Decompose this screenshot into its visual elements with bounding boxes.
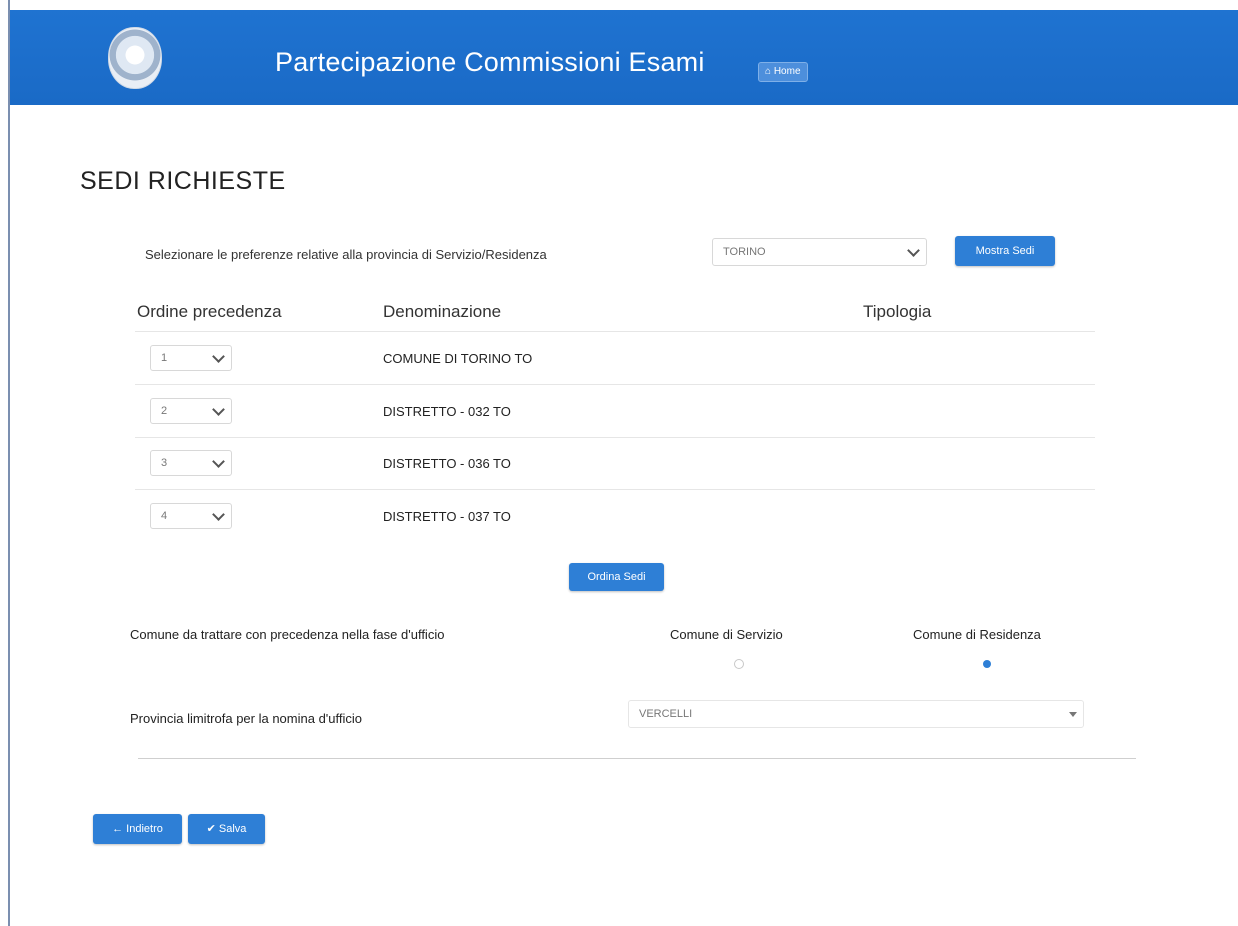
residence-radio[interactable] (983, 660, 991, 668)
home-icon: ⌂ (765, 66, 772, 77)
show-sites-button[interactable]: Mostra Sedi (955, 236, 1055, 266)
page-title: SEDI RICHIESTE (80, 167, 286, 195)
order-select[interactable]: 2 (150, 398, 232, 424)
section-divider (138, 758, 1136, 759)
chevron-down-icon (212, 403, 225, 416)
neighbor-province-select[interactable]: VERCELLI (628, 700, 1084, 728)
app-title: Partecipazione Commissioni Esami (275, 47, 705, 77)
left-border (8, 0, 10, 926)
back-button-label: Indietro (126, 823, 163, 835)
province-select[interactable]: TORINO (712, 238, 927, 266)
preferences-label: Selezionare le preferenze relative alla … (145, 247, 547, 262)
province-select-value: TORINO (723, 246, 766, 258)
neighbor-label: Provincia limitrofa per la nomina d'uffi… (130, 711, 363, 726)
home-label: Home (773, 66, 801, 77)
republic-emblem-icon (108, 27, 162, 89)
chevron-down-icon (212, 508, 225, 521)
chevron-down-icon (212, 455, 225, 468)
order-select-value: 1 (161, 352, 168, 364)
chevron-down-icon (212, 350, 225, 363)
header-type: Tipologia (863, 302, 932, 321)
residence-option-label: Comune di Residenza (913, 627, 1041, 642)
table-divider (135, 489, 1095, 490)
order-select[interactable]: 1 (150, 345, 232, 371)
table-divider (135, 437, 1095, 438)
neighbor-select-value: VERCELLI (639, 708, 693, 720)
order-select[interactable]: 3 (150, 450, 232, 476)
order-select-value: 2 (161, 405, 168, 417)
site-name: DISTRETTO - 032 TO (383, 404, 511, 419)
order-select[interactable]: 4 (150, 503, 232, 529)
header-name: Denominazione (383, 302, 502, 321)
table-divider (135, 384, 1095, 385)
back-button[interactable]: ← Indietro (93, 814, 182, 844)
save-button-label: Salva (218, 823, 247, 835)
table-divider (135, 331, 1095, 332)
service-radio[interactable] (734, 659, 744, 669)
site-name: DISTRETTO - 036 TO (383, 456, 511, 471)
chevron-down-icon (907, 244, 920, 257)
home-link[interactable]: ⌂ Home (758, 62, 808, 82)
order-sites-button[interactable]: Ordina Sedi (569, 563, 664, 591)
caret-down-icon (1069, 712, 1077, 717)
order-select-value: 4 (161, 510, 168, 522)
app-header: Partecipazione Commissioni Esami ⌂ Home (10, 10, 1238, 105)
check-icon: ✔ (206, 823, 216, 835)
arrow-left-icon: ← (112, 823, 124, 835)
service-option-label: Comune di Servizio (670, 627, 783, 642)
site-name: DISTRETTO - 037 TO (383, 509, 511, 524)
priority-label: Comune da trattare con precedenza nella … (130, 627, 445, 642)
site-name: COMUNE DI TORINO TO (383, 351, 533, 366)
save-button[interactable]: ✔ Salva (188, 814, 265, 844)
order-select-value: 3 (161, 457, 168, 469)
header-order: Ordine precedenza (137, 302, 282, 321)
